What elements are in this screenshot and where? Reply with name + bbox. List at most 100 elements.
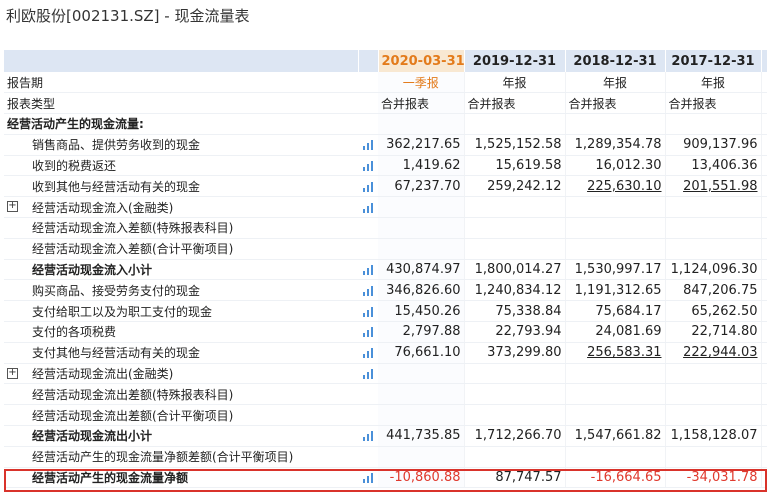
bar-chart-icon[interactable] <box>363 285 373 296</box>
value-cell <box>565 113 666 135</box>
row-label-text: 经营活动产生的现金流量: <box>7 117 144 132</box>
value-cell: 1,191,312.65 <box>565 279 666 302</box>
value-cell <box>665 217 762 239</box>
period-date-1[interactable]: 2019-12-31 <box>464 50 566 72</box>
bar-chart-icon[interactable] <box>363 473 373 484</box>
bar-chart-icon[interactable] <box>363 327 373 338</box>
value-cell: 76,661.10 <box>378 342 465 364</box>
report-type-0: 合并报表 <box>378 92 465 115</box>
value-cell: 1,289,354.78 <box>565 134 666 156</box>
header-blank <box>4 50 359 72</box>
row-label-text: 经营活动现金流出差额(特殊报表科目) <box>32 387 234 402</box>
value-cell <box>665 446 762 468</box>
table-row: 经营活动现金流入小计 430,874.97 1,800,014.27 1,530,99… <box>4 259 767 281</box>
row-tail <box>761 217 767 239</box>
table-row: + 经营活动现金流出(金融类) <box>4 363 767 385</box>
table-row: 经营活动现金流出差额(合计平衡项目) <box>4 404 767 427</box>
bar-chart-icon[interactable] <box>363 348 373 359</box>
row-tail <box>761 363 767 385</box>
value-cell <box>464 383 566 406</box>
row-label-text: 经营活动产生的现金流量净额差额(合计平衡项目) <box>32 450 294 465</box>
value-cell <box>565 196 666 219</box>
value-cell <box>464 113 566 135</box>
row-icon-cell <box>358 72 378 94</box>
bar-chart-icon[interactable] <box>363 369 373 380</box>
value-cell <box>378 383 465 406</box>
bar-chart-icon[interactable] <box>363 181 373 192</box>
bar-chart-icon[interactable] <box>363 161 373 172</box>
report-name-3: 年报 <box>665 72 762 94</box>
report-type-row: 报表类型 合并报表 合并报表 合并报表 合并报表 <box>4 92 767 115</box>
value-cell: 67,237.70 <box>378 175 465 198</box>
value-cell <box>565 238 666 260</box>
value-cell <box>378 238 465 260</box>
table-row: + 经营活动现金流入(金融类) <box>4 196 767 219</box>
row-tail <box>761 155 767 177</box>
value-cell: 1,712,266.70 <box>464 425 566 447</box>
expand-plus-icon[interactable]: + <box>7 201 18 213</box>
value-cell <box>565 383 666 406</box>
value-cell[interactable]: 256,583.31 <box>565 342 666 364</box>
row-label-text: 经营活动现金流入差额(合计平衡项目) <box>32 242 234 257</box>
row-icon-cell <box>358 279 378 302</box>
row-label-text: 支付其他与经营活动有关的现金 <box>32 346 201 361</box>
row-tail <box>761 321 767 343</box>
expand-plus-icon[interactable]: + <box>7 367 18 379</box>
value-cell[interactable]: 225,630.10 <box>565 175 666 198</box>
bar-chart-icon[interactable] <box>363 265 373 276</box>
row-icon-cell <box>358 446 378 468</box>
table-row: 收到的税费返还 1,419.62 15,619.58 16,012.30 13,406.… <box>4 155 767 177</box>
value-cell: 87,747.57 <box>464 467 566 489</box>
period-date-0[interactable]: 2020-03-31 <box>378 50 465 72</box>
value-cell: 909,137.96 <box>665 134 762 156</box>
row-tail <box>761 259 767 281</box>
row-icon-cell <box>358 134 378 156</box>
value-cell <box>565 217 666 239</box>
value-cell: 1,800,014.27 <box>464 259 566 281</box>
row-icon-cell <box>358 363 378 385</box>
header-tail <box>761 50 767 72</box>
bar-chart-icon[interactable] <box>363 140 373 151</box>
row-icon-cell <box>358 196 378 219</box>
bar-chart-icon[interactable] <box>363 202 373 213</box>
value-cell[interactable]: 201,551.98 <box>665 175 762 198</box>
row-label-text: 经营活动现金流入差额(特殊报表科目) <box>32 221 234 236</box>
value-cell <box>665 383 762 406</box>
value-cell: -16,664.65 <box>565 467 666 489</box>
value-cell: 16,012.30 <box>565 155 666 177</box>
row-label: 支付给职工以及为职工支付的现金 <box>4 300 358 323</box>
value-cell: 1,525,152.58 <box>464 134 566 156</box>
value-cell[interactable]: 222,944.03 <box>665 342 762 364</box>
period-date-2[interactable]: 2018-12-31 <box>565 50 666 72</box>
value-cell <box>464 238 566 260</box>
row-label-text: 经营活动现金流入小计 <box>32 263 153 278</box>
value-cell: 13,406.36 <box>665 155 762 177</box>
row-label: 经营活动产生的现金流量: <box>4 113 358 135</box>
value-cell: 1,158,128.07 <box>665 425 762 447</box>
row-label: 经营活动产生的现金流量净额 <box>4 467 358 489</box>
period-date-3[interactable]: 2017-12-31 <box>665 50 762 72</box>
report-type-1: 合并报表 <box>464 92 566 115</box>
value-cell: -34,031.78 <box>665 467 762 489</box>
row-tail <box>761 404 767 427</box>
row-icon-cell <box>358 342 378 364</box>
row-tail <box>761 467 767 489</box>
row-label: 支付的各项税费 <box>4 321 358 343</box>
value-cell <box>665 404 762 427</box>
bar-chart-icon[interactable] <box>363 431 373 442</box>
report-period-label: 报告期 <box>4 72 358 94</box>
bar-chart-icon[interactable] <box>363 306 373 317</box>
value-cell: 1,530,997.17 <box>565 259 666 281</box>
row-label: + 经营活动现金流入(金融类) <box>4 196 358 219</box>
row-label: 经营活动现金流入小计 <box>4 259 358 281</box>
value-cell <box>665 363 762 385</box>
row-tail <box>761 196 767 219</box>
report-type-label: 报表类型 <box>4 92 358 115</box>
row-label: 经营活动产生的现金流量净额差额(合计平衡项目) <box>4 446 358 468</box>
value-cell: 15,619.58 <box>464 155 566 177</box>
value-cell: 2,797.88 <box>378 321 465 343</box>
row-label: 经营活动现金流入差额(特殊报表科目) <box>4 217 358 239</box>
value-cell <box>464 217 566 239</box>
report-name-1: 年报 <box>464 72 566 94</box>
row-label-text: 购买商品、接受劳务支付的现金 <box>32 283 201 298</box>
